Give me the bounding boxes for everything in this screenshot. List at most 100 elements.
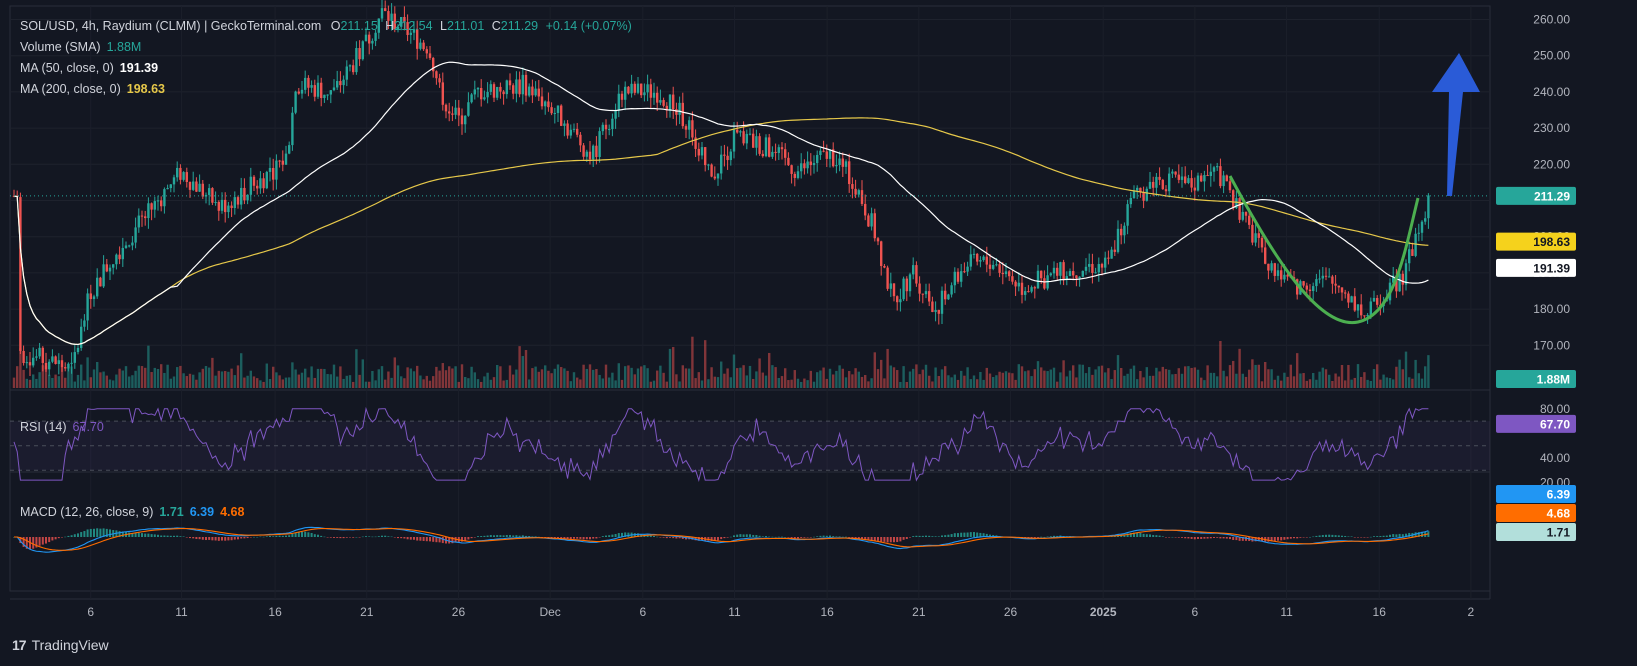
volume-bar [252, 376, 256, 388]
candle-body [569, 129, 572, 136]
macd-hist-bar [883, 537, 886, 542]
chart-frame: 80.0040.0020.0067.70 6.394.681.71 260.00… [9, 0, 1576, 619]
macd-hist-bar [1219, 537, 1222, 539]
volume-bar [691, 336, 694, 388]
candle-body [156, 200, 160, 202]
macd-hist-bar [361, 536, 364, 538]
volume-bar [822, 367, 825, 388]
volume-bar [902, 366, 905, 388]
macd-hist-bar [803, 537, 806, 538]
candle-body [1401, 273, 1404, 285]
candle-body [1024, 291, 1027, 295]
macd-hist-bar [947, 534, 950, 537]
macd-hist-bar [1315, 535, 1318, 537]
ohlc-change: +0.14 (+0.07%) [545, 19, 632, 33]
candle-body [268, 167, 272, 172]
volume-bar [499, 366, 502, 388]
macd-hist-bar [339, 537, 342, 539]
candle-body [473, 89, 476, 95]
volume-bar [1052, 367, 1056, 388]
price-tick-label: 260.00 [1533, 13, 1570, 27]
volume-bar [480, 381, 483, 388]
volume-bar [547, 370, 550, 388]
macd-hist-bar [905, 537, 908, 539]
volume-bar [1260, 381, 1264, 388]
candle-body [969, 254, 972, 267]
macd-hist-bar [579, 537, 582, 539]
macd-hist-bar [1302, 537, 1305, 538]
candle-body [51, 356, 54, 362]
macd-pane: 6.39 4.68 1.71 [13, 485, 1576, 553]
volume-bar [720, 361, 723, 388]
rsi-legend-value: 67.70 [72, 420, 104, 434]
candle-body [1273, 263, 1276, 276]
candle-body [220, 199, 224, 211]
volume-bar [790, 379, 793, 388]
candle-body [627, 86, 630, 94]
up-arrow [1432, 53, 1480, 196]
volume-bar [1372, 369, 1376, 388]
candle-body [112, 264, 115, 268]
volume-bar [1206, 365, 1209, 388]
volume-bar [1350, 379, 1353, 388]
volume-bar [172, 376, 176, 388]
volume-bar [1360, 376, 1363, 388]
macd-hist-bar [1197, 537, 1199, 539]
volume-bar [502, 380, 505, 388]
tradingview-logo[interactable]: 17 TradingView [12, 637, 109, 653]
macd-hist-bar [333, 537, 335, 538]
macd-hist-bar [944, 535, 947, 537]
price-tick-label: 230.00 [1533, 121, 1570, 135]
candle-body [604, 124, 608, 130]
candle-body [115, 254, 118, 265]
candle-body [1142, 191, 1145, 201]
volume-bar [19, 348, 22, 388]
candle-body [550, 107, 553, 114]
macd-hist-bar [99, 528, 102, 537]
volume-bar [1353, 377, 1356, 388]
macd-hist-bar [505, 535, 508, 537]
candle-body [1248, 215, 1251, 225]
candle-body [1052, 267, 1056, 274]
macd-hist-bar [70, 535, 73, 537]
volume-bar [643, 365, 646, 388]
volume-bar [416, 365, 419, 388]
macd-hist-bar [1299, 537, 1302, 538]
volume-bar [364, 381, 368, 388]
volume-bar [1145, 367, 1148, 388]
volume-bar [419, 375, 422, 388]
macd-hist-bar [614, 533, 617, 537]
volume-bar [1296, 353, 1299, 388]
volume-bar [1174, 373, 1177, 388]
volume-bar [48, 374, 51, 388]
candle-body [608, 129, 611, 131]
candle-body [1369, 301, 1372, 315]
macd-hist-bar [512, 535, 515, 537]
candle-body [467, 102, 470, 116]
volume-bar [816, 372, 819, 388]
candle-body [918, 283, 921, 294]
macd-hist-bar [1321, 535, 1324, 537]
macd-hist-bar [761, 536, 764, 537]
candle-body [812, 163, 816, 166]
ohlc-low-value: 211.01 [446, 19, 485, 33]
volume-bar [329, 374, 332, 388]
volume-bar [163, 372, 166, 388]
macd-hist-bar [1296, 537, 1299, 539]
volume-bar [995, 375, 998, 388]
candle-body [166, 188, 169, 190]
volume-bar [380, 366, 384, 388]
volume-bar [937, 376, 940, 388]
candle-body [892, 283, 896, 297]
volume-bar [1299, 373, 1302, 388]
volume-bar [707, 379, 710, 388]
volume-bar [1363, 372, 1366, 388]
volume-bar [1414, 359, 1417, 388]
macd-hist-bar [185, 537, 188, 538]
candle-body [1123, 225, 1126, 236]
volume-bar [649, 381, 652, 388]
candle-body [176, 167, 179, 178]
volume-bar [617, 363, 620, 388]
candle-body [227, 205, 230, 213]
volume-bar [1216, 376, 1219, 388]
